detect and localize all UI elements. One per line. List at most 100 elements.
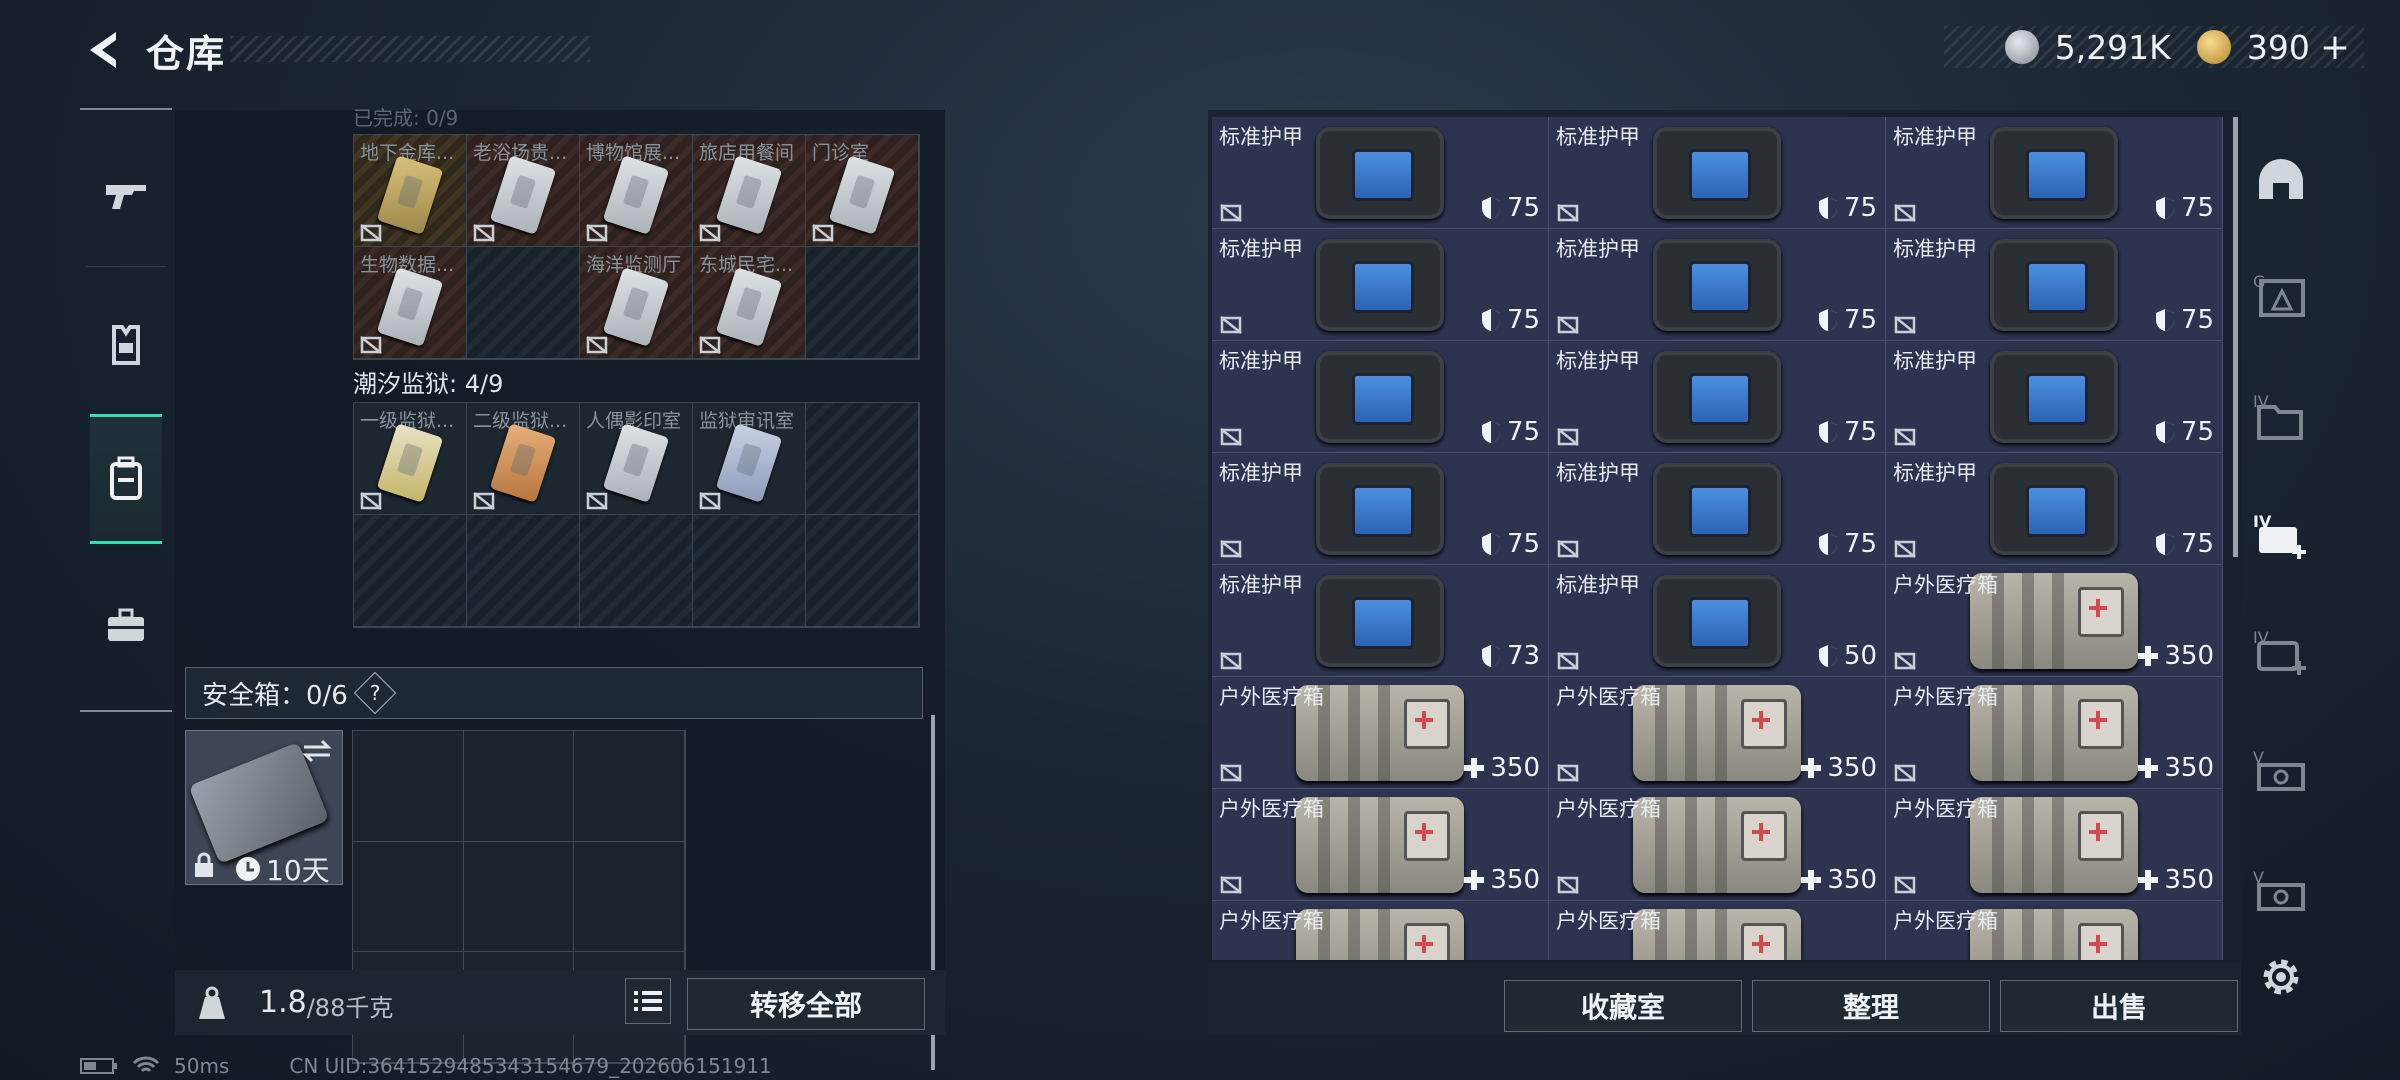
item-name: 标准护甲	[1556, 573, 1640, 597]
armor-image	[1976, 127, 2132, 219]
collection-slot[interactable]: 二级监狱...	[467, 403, 580, 515]
stash-item-medkit[interactable]: 户外医疗箱 350	[1212, 677, 1549, 789]
stash-item-medkit[interactable]: 户外医疗箱	[1886, 901, 2223, 960]
collection-room-button[interactable]: 收藏室	[1504, 980, 1742, 1032]
tab-vehicle[interactable]: V	[2248, 740, 2314, 806]
stash-item-medkit[interactable]: 户外医疗箱 350	[1886, 565, 2223, 677]
keycard-image	[715, 267, 783, 347]
stash-item-medkit[interactable]: 户外医疗箱	[1212, 901, 1549, 960]
item-name: 户外医疗箱	[1219, 685, 1324, 709]
safebox-slot[interactable]	[463, 731, 575, 842]
collection-slot[interactable]: 门诊室	[806, 135, 919, 247]
stash-item-armor[interactable]: 标准护甲 75	[1886, 117, 2223, 229]
safebox-slot[interactable]	[574, 841, 685, 953]
collection-slot[interactable]	[467, 515, 580, 627]
stash-footer: 收藏室 整理 出售	[1208, 962, 2241, 1035]
gear-icon	[2263, 959, 2299, 995]
safebox-slot[interactable]	[353, 841, 464, 953]
nav-backpack[interactable]	[90, 414, 162, 544]
collection-slot[interactable]: 博物馆展...	[580, 135, 693, 247]
keycard-image	[602, 423, 670, 503]
tab-medkit-tier-2[interactable]: IV	[2248, 620, 2314, 686]
collection-slot[interactable]	[806, 515, 919, 627]
collection-slot[interactable]	[354, 515, 467, 627]
transfer-all-button[interactable]: 转移全部	[687, 978, 925, 1030]
sort-button[interactable]: 整理	[1752, 980, 1990, 1032]
tab-helmets[interactable]	[2248, 146, 2314, 212]
stash-item-armor[interactable]: 标准护甲 75	[1549, 117, 1886, 229]
collection-slot[interactable]: 监狱审讯室	[693, 403, 806, 515]
stash-item-armor[interactable]: 标准护甲 75	[1212, 341, 1549, 453]
stash-item-armor[interactable]: 标准护甲 50	[1549, 565, 1886, 677]
stash-item-armor[interactable]: 标准护甲 75	[1549, 229, 1886, 341]
stash-grid: 标准护甲 75 标准护甲 75 标准护甲 75 标准护甲 75 标准护甲 75 标准护甲 75 标准护甲…	[1212, 117, 2224, 960]
stash-item-armor[interactable]: 标准护甲 75	[1549, 453, 1886, 565]
swap-icon[interactable]	[300, 737, 334, 765]
tab-container-tier[interactable]: IV	[2248, 384, 2314, 450]
back-button[interactable]	[80, 28, 124, 72]
collection-slot[interactable]: 人偶影印室	[580, 403, 693, 515]
collection-slot[interactable]	[693, 515, 806, 627]
list-view-button[interactable]	[625, 978, 671, 1024]
shield-icon	[2155, 421, 2174, 443]
container-tier-icon: IV	[2253, 392, 2303, 440]
collection-slot[interactable]	[806, 403, 919, 515]
stash-item-armor[interactable]: 标准护甲 75	[1212, 229, 1549, 341]
sell-button[interactable]: 出售	[2000, 980, 2238, 1032]
upper-collection-title: 已完成: 0/9	[353, 106, 459, 130]
stash-item-armor[interactable]: 标准护甲 75	[1886, 453, 2223, 565]
item-name: 标准护甲	[1219, 349, 1303, 373]
item-durability: 350	[1464, 753, 1540, 783]
safebox-slot[interactable]	[463, 841, 575, 953]
stash-item-medkit[interactable]: 户外医疗箱 350	[1549, 677, 1886, 789]
collection-slot[interactable]	[806, 247, 919, 359]
collection-slot[interactable]: 海洋监测厅	[580, 247, 693, 359]
safebox-duration: 10天	[266, 854, 330, 887]
stash-item-medkit[interactable]: 户外医疗箱 350	[1549, 789, 1886, 901]
armor-vest-icon	[112, 325, 140, 365]
plus-heal-icon	[2138, 758, 2159, 778]
item-value: 350	[1490, 753, 1540, 783]
plus-heal-icon	[2138, 870, 2159, 890]
keycard-image	[376, 155, 444, 235]
armor-image	[1976, 239, 2132, 331]
safebox-slot[interactable]	[574, 731, 685, 842]
tab-armor-tier[interactable]: G	[2248, 262, 2314, 328]
collection-slot[interactable]: 生物数据...	[354, 247, 467, 359]
stash-item-armor[interactable]: 标准护甲 75	[1886, 341, 2223, 453]
collection-slot[interactable]: 旅店用餐间	[693, 135, 806, 247]
stash-scrollbar[interactable]	[2233, 117, 2238, 557]
shield-icon	[1481, 309, 1500, 331]
stash-item-armor[interactable]: 标准护甲 73	[1212, 565, 1549, 677]
nav-armor[interactable]	[90, 280, 162, 410]
settings-button[interactable]	[2248, 944, 2314, 1010]
stash-item-armor[interactable]: 标准护甲 75	[1549, 341, 1886, 453]
stash-item-medkit[interactable]: 户外医疗箱	[1549, 901, 1886, 960]
tab-medkit-tier[interactable]: IV	[2248, 504, 2314, 570]
stash-item-armor[interactable]: 标准护甲 75	[1886, 229, 2223, 341]
stash-item-medkit[interactable]: 户外医疗箱 350	[1886, 789, 2223, 901]
collection-slot[interactable]: 一级监狱...	[354, 403, 467, 515]
stash-item-armor[interactable]: 标准护甲 75	[1212, 117, 1549, 229]
stash-item-medkit[interactable]: 户外医疗箱 350	[1886, 677, 2223, 789]
collection-slot[interactable]: 东城民宅...	[693, 247, 806, 359]
safebox-case-item[interactable]: 10天	[185, 730, 343, 887]
no-link-icon	[1894, 428, 1916, 446]
safebox-slot[interactable]	[353, 731, 464, 842]
collection-slot[interactable]	[467, 247, 580, 359]
help-button[interactable]: ?	[353, 671, 397, 715]
collection-slot[interactable]: 地下金库...	[354, 135, 467, 247]
add-currency-button[interactable]: +	[2320, 27, 2350, 68]
stash-item-medkit[interactable]: 户外医疗箱 350	[1212, 789, 1549, 901]
nav-tools[interactable]	[90, 560, 162, 690]
armor-image	[1639, 127, 1795, 219]
helmet-icon	[2259, 159, 2303, 199]
collection-slot[interactable]	[580, 515, 693, 627]
safebox-label: 安全箱：0/6	[202, 680, 348, 711]
nav-weapons[interactable]	[90, 130, 162, 260]
collection-slot[interactable]: 老浴场贵...	[467, 135, 580, 247]
no-link-icon	[1557, 204, 1579, 222]
tab-vehicle-2[interactable]: V	[2248, 860, 2314, 926]
stash-panel: 标准护甲 75 标准护甲 75 标准护甲 75 标准护甲 75 标准护甲 75 标准护甲 75 标准护甲…	[1208, 110, 2241, 1035]
stash-item-armor[interactable]: 标准护甲 75	[1212, 453, 1549, 565]
